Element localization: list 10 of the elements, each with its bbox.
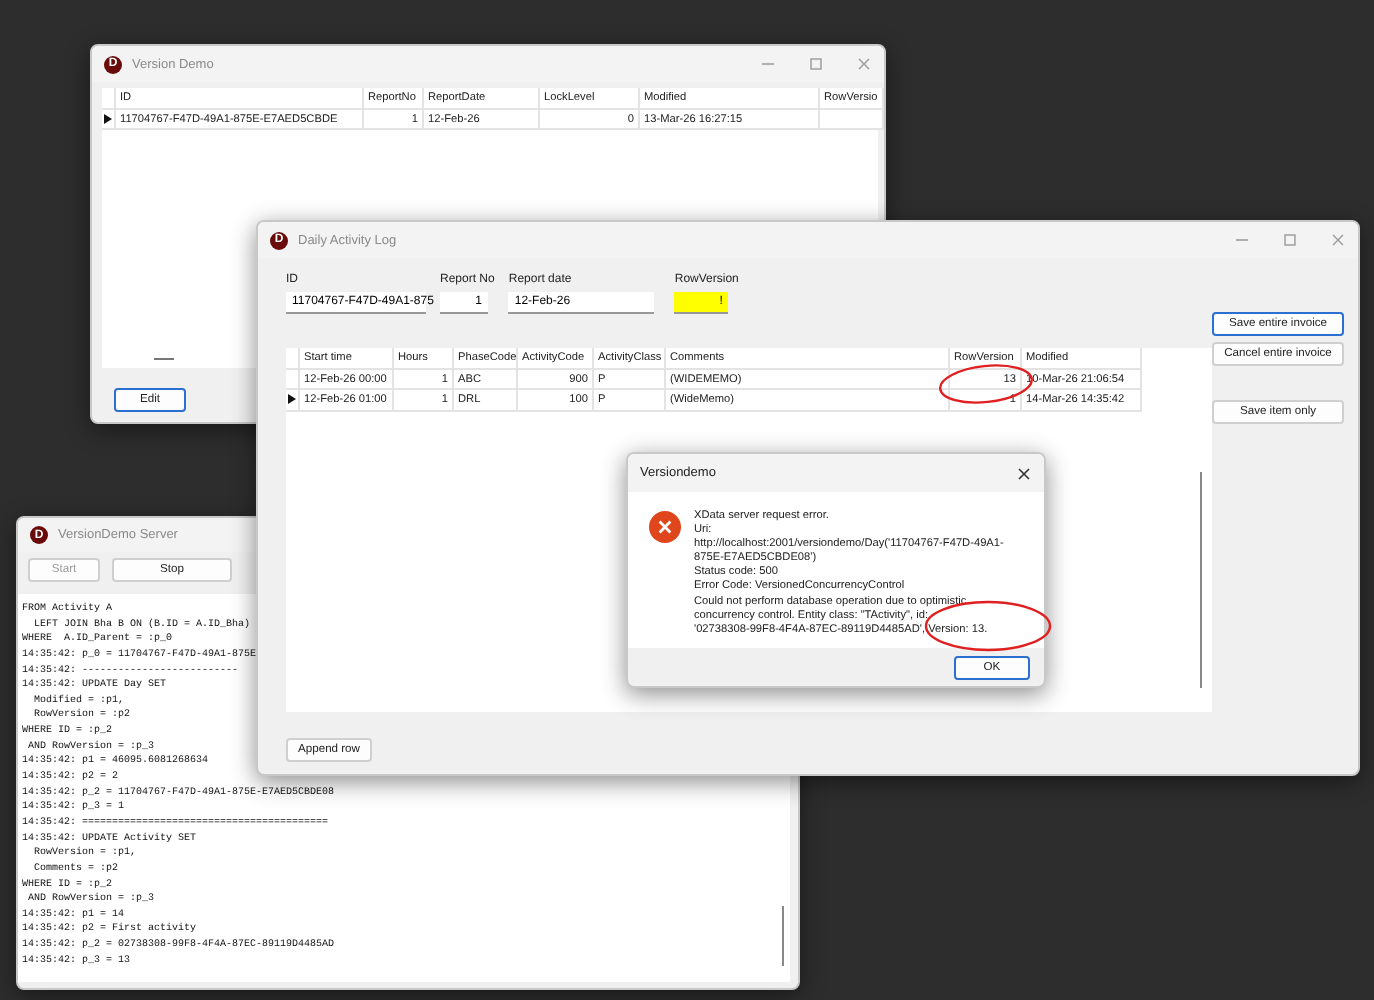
maximize-icon[interactable] <box>1282 232 1298 248</box>
maximize-icon[interactable] <box>808 56 824 72</box>
close-icon[interactable] <box>1016 465 1032 481</box>
row-pointer-icon <box>104 113 112 124</box>
scrollbar-thumb[interactable] <box>154 358 174 360</box>
scrollbar-thumb[interactable] <box>782 906 784 966</box>
annotation-ellipse-overlay <box>924 600 1052 652</box>
scrollbar-thumb[interactable] <box>1200 472 1202 688</box>
error-icon <box>648 510 682 544</box>
row-pointer-icon <box>288 394 296 405</box>
